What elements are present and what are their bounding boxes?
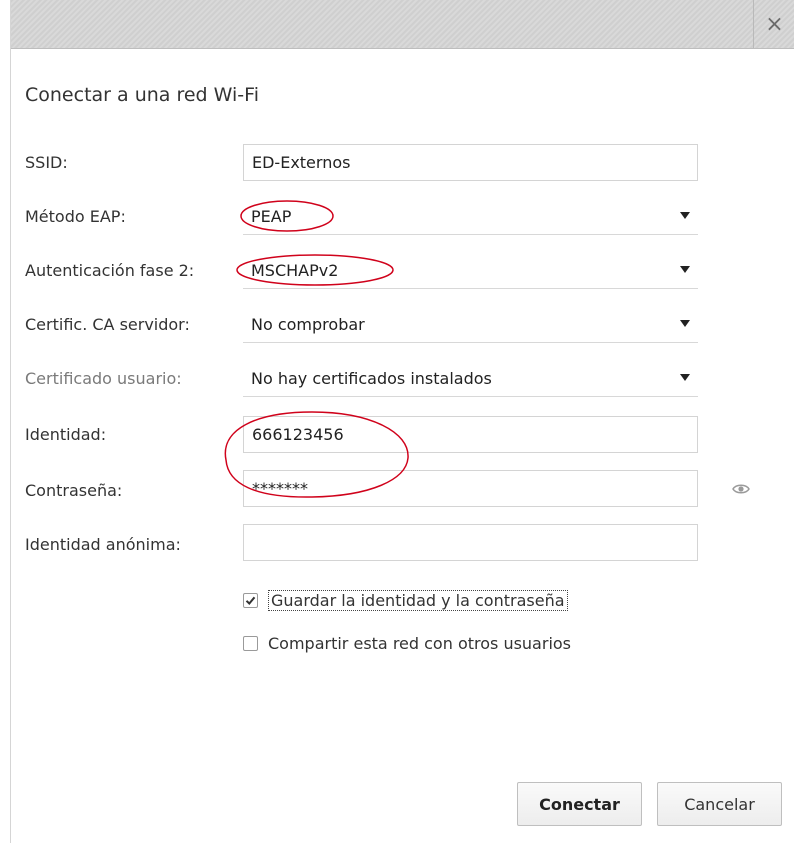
eap-method-label: Método EAP: [25, 207, 126, 226]
ca-cert-label: Certific. CA servidor: [25, 315, 190, 334]
dialog-title: Conectar a una red Wi-Fi [25, 84, 259, 106]
ca-cert-value: No comprobar [251, 314, 365, 334]
password-input[interactable]: ******* [243, 470, 698, 507]
anon-identity-input[interactable] [243, 524, 698, 561]
chevron-down-icon [680, 320, 690, 327]
share-network-option[interactable]: Compartir esta red con otros usuarios [243, 634, 571, 653]
password-label: Contraseña: [25, 481, 123, 500]
close-icon[interactable]: × [765, 12, 783, 37]
ssid-label: SSID: [25, 153, 68, 172]
password-value: ******* [252, 479, 308, 498]
user-cert-select[interactable]: No hay certificados instalados [243, 360, 698, 397]
ca-cert-select[interactable]: No comprobar [243, 306, 698, 343]
checkmark-icon [245, 596, 256, 605]
identity-label: Identidad: [25, 425, 107, 444]
user-cert-value: No hay certificados instalados [251, 368, 492, 388]
share-network-label: Compartir esta red con otros usuarios [268, 634, 572, 653]
save-credentials-checkbox[interactable] [243, 593, 258, 608]
cancel-button[interactable]: Cancelar [657, 782, 782, 826]
share-network-checkbox[interactable] [243, 636, 258, 651]
close-button[interactable]: × [753, 0, 794, 48]
save-credentials-option[interactable]: Guardar la identidad y la contraseña [243, 590, 568, 611]
chevron-down-icon [680, 212, 690, 219]
eap-method-value: PEAP [251, 206, 292, 226]
identity-value: 666123456 [252, 425, 344, 444]
chevron-down-icon [680, 374, 690, 381]
eap-method-select[interactable]: PEAP [243, 198, 698, 235]
identity-input[interactable]: 666123456 [243, 416, 698, 453]
chevron-down-icon [680, 266, 690, 273]
eye-icon[interactable] [732, 482, 750, 496]
user-cert-label: Certificado usuario: [25, 369, 182, 388]
phase2-auth-value: MSCHAPv2 [251, 260, 339, 280]
anon-identity-label: Identidad anónima: [25, 535, 181, 554]
ssid-value: ED-Externos [252, 153, 351, 172]
connect-button[interactable]: Conectar [517, 782, 642, 826]
phase2-auth-select[interactable]: MSCHAPv2 [243, 252, 698, 289]
save-credentials-label: Guardar la identidad y la contraseña [268, 590, 568, 611]
phase2-auth-label: Autenticación fase 2: [25, 261, 195, 280]
dialog-titlebar: × [11, 0, 794, 49]
ssid-input[interactable]: ED-Externos [243, 144, 698, 181]
